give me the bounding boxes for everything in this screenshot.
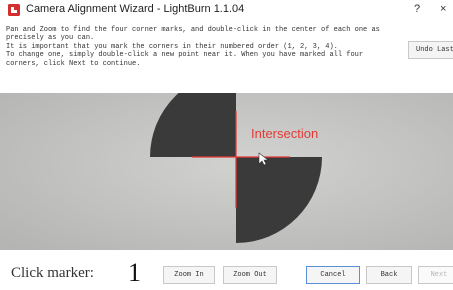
undo-last-button[interactable]: Undo Last <box>408 41 453 59</box>
intersection-label: Intersection <box>251 126 319 141</box>
instruction-line: To change one, simply double-click a new… <box>6 51 364 60</box>
click-marker-label: Click marker: <box>11 265 94 281</box>
back-button[interactable]: Back <box>366 266 412 284</box>
zoom-out-button[interactable]: Zoom Out <box>223 266 277 284</box>
close-button[interactable]: × <box>440 3 446 15</box>
instructions-text: Pan and Zoom to find the four corner mar… <box>6 26 406 68</box>
lightburn-app-icon <box>8 4 20 16</box>
instruction-line: corners, click Next to continue. <box>6 59 141 68</box>
window-title: Camera Alignment Wizard - LightBurn 1.1.… <box>26 3 245 15</box>
camera-image-view[interactable]: Intersection <box>0 93 453 250</box>
click-marker-value: 1 <box>128 258 141 287</box>
cancel-button[interactable]: Cancel <box>306 266 360 284</box>
instruction-line: precisely as you can. <box>6 34 95 43</box>
help-button[interactable]: ? <box>414 3 420 15</box>
instruction-line: Pan and Zoom to find the four corner mar… <box>6 26 380 34</box>
title-bar: Camera Alignment Wizard - LightBurn 1.1.… <box>0 0 453 20</box>
zoom-in-button[interactable]: Zoom In <box>163 266 215 284</box>
camera-image[interactable] <box>0 93 453 250</box>
next-button[interactable]: Next <box>418 266 453 284</box>
instruction-line: It is important that you mark the corner… <box>6 42 338 51</box>
